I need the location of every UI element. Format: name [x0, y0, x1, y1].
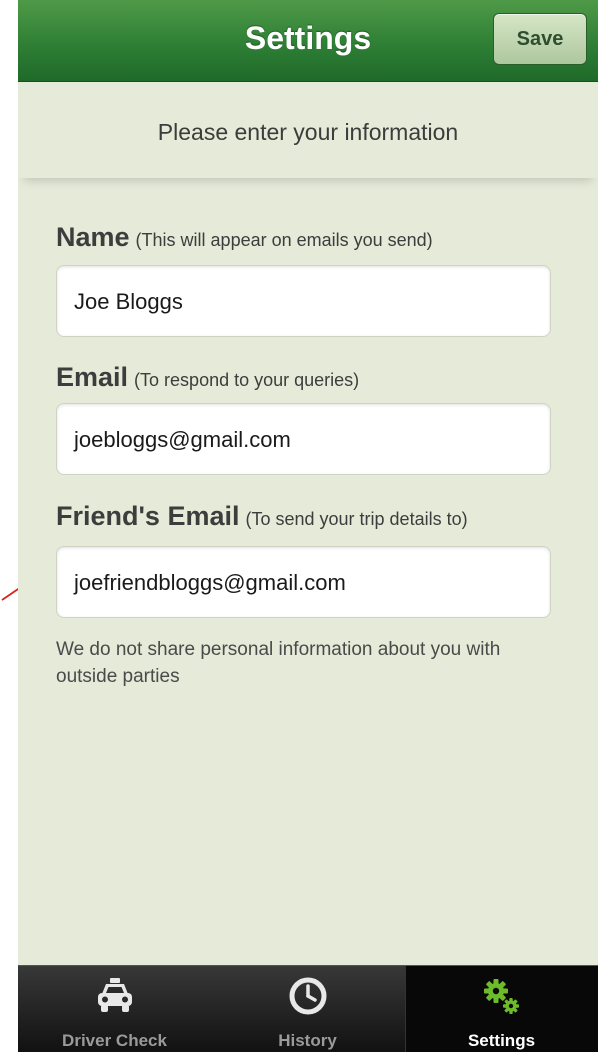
tab-settings[interactable]: Settings — [405, 966, 598, 1052]
friend-email-label-title: Friend's Email — [56, 501, 240, 531]
gears-icon — [480, 976, 524, 1023]
settings-screen: Settings Save Please enter your informat… — [18, 0, 598, 1052]
name-label-hint: (This will appear on emails you send) — [135, 230, 433, 250]
navigation-bar: Settings Save — [18, 0, 598, 82]
friend-email-field[interactable]: joefriendbloggs@gmail.com — [56, 546, 551, 618]
name-label-title: Name — [56, 222, 130, 252]
save-button[interactable]: Save — [493, 13, 587, 65]
tab-label-settings: Settings — [467, 1031, 536, 1050]
clock-icon — [288, 976, 328, 1021]
friend-email-label: Friend's Email (To send your trip details… — [56, 501, 468, 532]
friend-email-label-hint: (To send your trip details to) — [245, 509, 468, 529]
email-field-value: joebloggs@gmail.com — [74, 427, 291, 452]
tab-label-history: History — [278, 1031, 337, 1050]
info-header: Please enter your information — [18, 82, 598, 178]
name-field-value: Joe Bloggs — [74, 289, 183, 314]
name-label: Name (This will appear on emails you send… — [56, 222, 433, 253]
name-field[interactable]: Joe Bloggs — [56, 265, 551, 337]
tab-bar: Driver Check History Settings — [18, 965, 598, 1052]
privacy-note: We do not share personal information abo… — [56, 639, 501, 687]
info-header-text: Please enter your information — [157, 119, 459, 145]
email-label: Email (To respond to your queries) — [56, 362, 359, 393]
email-label-hint: (To respond to your queries) — [134, 370, 360, 390]
friend-email-field-value: joefriendbloggs@gmail.com — [74, 570, 346, 595]
tab-driver-check[interactable]: Driver Check — [18, 966, 211, 1052]
email-label-title: Email — [56, 362, 129, 392]
tab-history[interactable]: History — [211, 966, 404, 1052]
taxi-icon — [93, 976, 137, 1021]
tab-label-driver-check: Driver Check — [62, 1031, 167, 1050]
email-field[interactable]: joebloggs@gmail.com — [56, 403, 551, 475]
